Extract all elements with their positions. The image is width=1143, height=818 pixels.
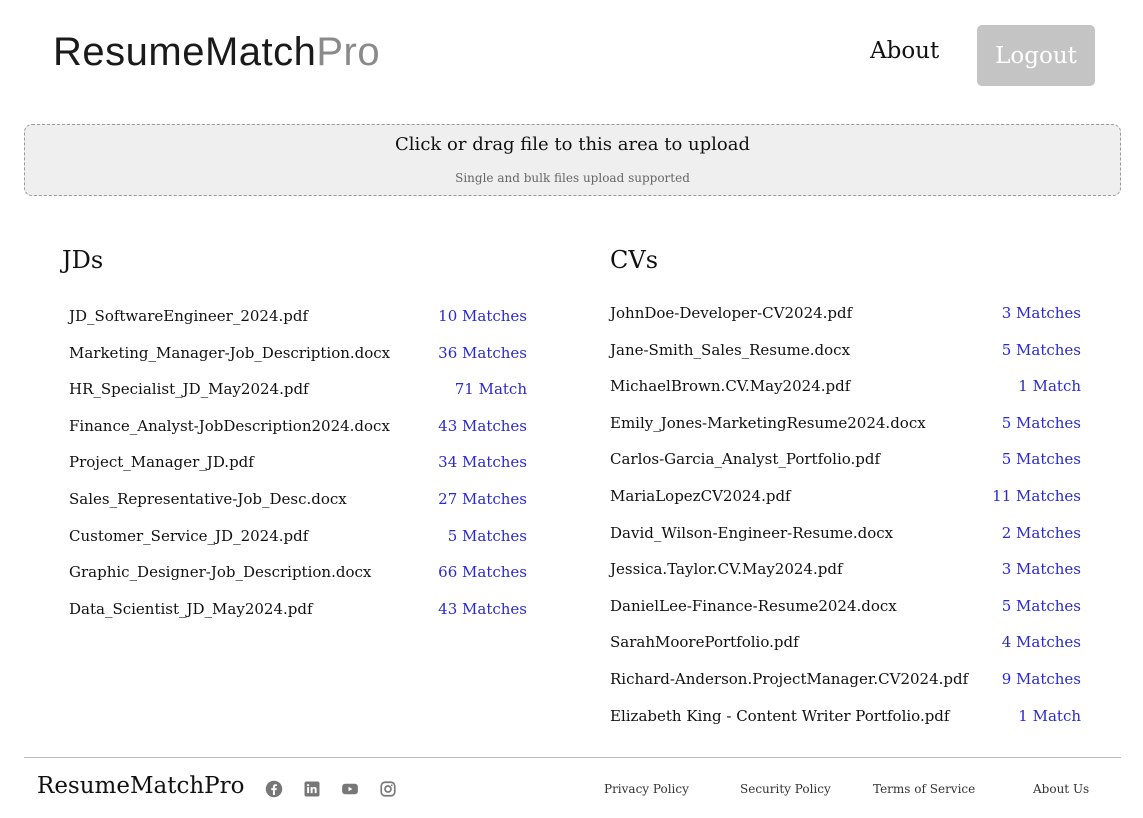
cv-file-name[interactable]: SarahMoorePortfolio.pdf — [610, 633, 799, 651]
cv-list-item: David_Wilson-Engineer-Resume.docx 2 Match… — [610, 524, 1081, 561]
cv-file-name[interactable]: DanielLee-Finance-Resume2024.docx — [610, 597, 897, 615]
cv-list-item: MariaLopezCV2024.pdf 11 Matches — [610, 487, 1081, 524]
jd-file-name[interactable]: Marketing_Manager-Job_Description.docx — [69, 344, 390, 362]
cv-list-item: MichaelBrown.CV.May2024.pdf 1 Match — [610, 377, 1081, 414]
cv-list-item: Carlos-Garcia_Analyst_Portfolio.pdf 5 Mat… — [610, 450, 1081, 487]
cv-file-name[interactable]: MichaelBrown.CV.May2024.pdf — [610, 377, 850, 395]
jd-matches-link[interactable]: 43 Matches — [438, 600, 527, 618]
social-links — [265, 780, 397, 798]
youtube-icon[interactable] — [341, 780, 359, 798]
jds-heading: JDs — [62, 246, 104, 274]
about-us-link[interactable]: About Us — [1033, 782, 1089, 796]
jd-matches-link[interactable]: 27 Matches — [438, 490, 527, 508]
cv-matches-link[interactable]: 9 Matches — [1002, 670, 1081, 688]
cvs-list: JohnDoe-Developer-CV2024.pdf 3 Matches Ja… — [610, 304, 1081, 743]
jd-file-name[interactable]: Project_Manager_JD.pdf — [69, 453, 254, 471]
jd-matches-link[interactable]: 34 Matches — [438, 453, 527, 471]
cv-matches-link[interactable]: 5 Matches — [1002, 341, 1081, 359]
upload-title: Click or drag file to this area to uploa… — [395, 134, 750, 155]
cv-matches-link[interactable]: 1 Match — [1018, 707, 1081, 725]
security-policy-link[interactable]: Security Policy — [740, 782, 831, 796]
jd-matches-link[interactable]: 10 Matches — [438, 307, 527, 325]
jd-list-item: Customer_Service_JD_2024.pdf 5 Matches — [69, 527, 527, 564]
facebook-icon[interactable] — [265, 780, 283, 798]
cv-matches-link[interactable]: 11 Matches — [992, 487, 1081, 505]
logout-button[interactable]: Logout — [977, 25, 1095, 86]
about-link[interactable]: About — [870, 38, 939, 64]
jd-list-item: HR_Specialist_JD_May2024.pdf 71 Match — [69, 380, 527, 417]
cv-matches-link[interactable]: 5 Matches — [1002, 414, 1081, 432]
jd-list-item: Finance_Analyst-JobDescription2024.docx 4… — [69, 417, 527, 454]
jd-file-name[interactable]: Data_Scientist_JD_May2024.pdf — [69, 600, 313, 618]
cv-file-name[interactable]: Jessica.Taylor.CV.May2024.pdf — [610, 560, 843, 578]
cv-matches-link[interactable]: 5 Matches — [1002, 450, 1081, 468]
jd-matches-link[interactable]: 5 Matches — [448, 527, 527, 545]
jd-file-name[interactable]: Finance_Analyst-JobDescription2024.docx — [69, 417, 390, 435]
jd-matches-link[interactable]: 36 Matches — [438, 344, 527, 362]
terms-of-service-link[interactable]: Terms of Service — [873, 782, 975, 796]
app-logo[interactable]: ResumeMatchPro — [53, 30, 380, 75]
jd-list-item: Graphic_Designer-Job_Description.docx 66 … — [69, 563, 527, 600]
cv-file-name[interactable]: Jane-Smith_Sales_Resume.docx — [610, 341, 850, 359]
jd-file-name[interactable]: HR_Specialist_JD_May2024.pdf — [69, 380, 309, 398]
jds-list: JD_SoftwareEngineer_2024.pdf 10 Matches M… — [69, 307, 527, 636]
jd-file-name[interactable]: Sales_Representative-Job_Desc.docx — [69, 490, 347, 508]
cv-list-item: Jane-Smith_Sales_Resume.docx 5 Matches — [610, 341, 1081, 378]
footer-divider — [24, 757, 1121, 758]
jd-list-item: Sales_Representative-Job_Desc.docx 27 Mat… — [69, 490, 527, 527]
instagram-icon[interactable] — [379, 780, 397, 798]
cvs-heading: CVs — [610, 246, 659, 274]
footer-logo[interactable]: ResumeMatchPro — [37, 773, 244, 799]
cv-list-item: DanielLee-Finance-Resume2024.docx 5 Match… — [610, 597, 1081, 634]
jd-matches-link[interactable]: 43 Matches — [438, 417, 527, 435]
cv-matches-link[interactable]: 2 Matches — [1002, 524, 1081, 542]
logo-main-text: ResumeMatch — [53, 30, 317, 74]
cv-list-item: Elizabeth King - Content Writer Portfoli… — [610, 707, 1081, 744]
privacy-policy-link[interactable]: Privacy Policy — [604, 782, 689, 796]
cv-matches-link[interactable]: 5 Matches — [1002, 597, 1081, 615]
jd-file-name[interactable]: Customer_Service_JD_2024.pdf — [69, 527, 308, 545]
jd-list-item: JD_SoftwareEngineer_2024.pdf 10 Matches — [69, 307, 527, 344]
jd-file-name[interactable]: JD_SoftwareEngineer_2024.pdf — [69, 307, 308, 325]
upload-subtitle: Single and bulk files upload supported — [455, 171, 690, 185]
cv-file-name[interactable]: JohnDoe-Developer-CV2024.pdf — [610, 304, 852, 322]
cv-matches-link[interactable]: 3 Matches — [1002, 304, 1081, 322]
jd-matches-link[interactable]: 66 Matches — [438, 563, 527, 581]
jd-list-item: Project_Manager_JD.pdf 34 Matches — [69, 453, 527, 490]
cv-file-name[interactable]: Elizabeth King - Content Writer Portfoli… — [610, 707, 949, 725]
cv-file-name[interactable]: Richard-Anderson.ProjectManager.CV2024.p… — [610, 670, 968, 688]
cv-file-name[interactable]: Emily_Jones-MarketingResume2024.docx — [610, 414, 926, 432]
upload-dropzone[interactable]: Click or drag file to this area to uploa… — [24, 124, 1121, 196]
cv-list-item: SarahMoorePortfolio.pdf 4 Matches — [610, 633, 1081, 670]
cv-file-name[interactable]: MariaLopezCV2024.pdf — [610, 487, 791, 505]
linkedin-icon[interactable] — [303, 780, 321, 798]
cv-list-item: Emily_Jones-MarketingResume2024.docx 5 Ma… — [610, 414, 1081, 451]
jd-list-item: Marketing_Manager-Job_Description.docx 36… — [69, 344, 527, 381]
jd-list-item: Data_Scientist_JD_May2024.pdf 43 Matches — [69, 600, 527, 637]
cv-matches-link[interactable]: 3 Matches — [1002, 560, 1081, 578]
logo-pro-text: Pro — [316, 30, 381, 74]
cv-matches-link[interactable]: 1 Match — [1018, 377, 1081, 395]
jd-file-name[interactable]: Graphic_Designer-Job_Description.docx — [69, 563, 371, 581]
cv-file-name[interactable]: David_Wilson-Engineer-Resume.docx — [610, 524, 893, 542]
cv-list-item: Richard-Anderson.ProjectManager.CV2024.p… — [610, 670, 1081, 707]
cv-file-name[interactable]: Carlos-Garcia_Analyst_Portfolio.pdf — [610, 450, 880, 468]
cv-list-item: Jessica.Taylor.CV.May2024.pdf 3 Matches — [610, 560, 1081, 597]
cv-list-item: JohnDoe-Developer-CV2024.pdf 3 Matches — [610, 304, 1081, 341]
jd-matches-link[interactable]: 71 Match — [455, 380, 527, 398]
cv-matches-link[interactable]: 4 Matches — [1002, 633, 1081, 651]
